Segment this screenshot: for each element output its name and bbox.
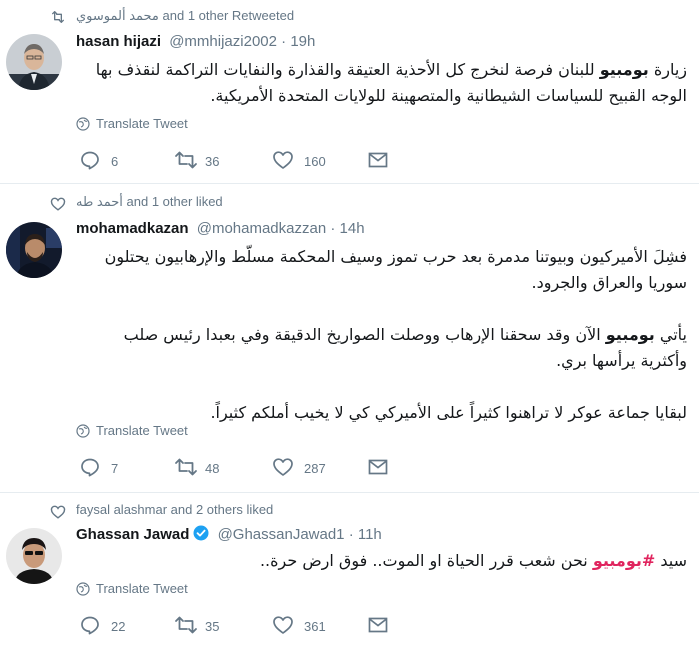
heart-icon (273, 458, 293, 476)
context-text: محمد ألموسوي and 1 other Retweeted (76, 8, 295, 23)
tweet-text-run: للبنان فرصة لنخرج كل الأحذية العتيقة وال… (95, 60, 600, 79)
tweet-text-run: الوجه القبيح للسياسات الشيطانية والمتصهي… (210, 86, 687, 105)
reply-icon (81, 151, 99, 170)
retweet-count: 48 (205, 461, 220, 476)
tweet-header: hasan hijazi @mmhijazi2002 · 19h (76, 33, 315, 50)
tweet-text-line: وأكثرية يرأسها بري. (76, 348, 687, 374)
tweet-header: Ghassan Jawad @GhassanJawad1 · 11h (76, 525, 382, 543)
tweet-text: زيارة بومبيو للبنان فرصة لنخرج كل الأحذي… (76, 57, 687, 109)
author-name[interactable]: mohamadkazan (76, 220, 189, 237)
translate-label: Translate Tweet (96, 581, 188, 596)
tweet-text-run: زيارة (648, 60, 687, 79)
tweet-text-line: سوريا والعراق والجرود. (76, 270, 688, 296)
tweet-text: سيد #بومبيو نحن شعب قرر الحياة او الموت.… (76, 548, 687, 574)
tweet-social-context: أحمد طه and 1 other liked (50, 194, 223, 211)
tweet-text-line: زيارة بومبيو للبنان فرصة لنخرج كل الأحذي… (76, 57, 687, 83)
translate-tweet-link[interactable]: Translate Tweet (76, 581, 188, 596)
heart-icon (273, 151, 293, 169)
keyword-highlight[interactable]: بومبيو (600, 60, 649, 79)
tweet-text-run: الآن وقد سحقنا الإرهاب ووصلت الصواريخ ال… (123, 325, 606, 344)
translate-label: Translate Tweet (96, 423, 188, 438)
retweet-icon (175, 616, 197, 634)
verified-badge-icon (193, 525, 209, 541)
heart-icon (50, 505, 66, 519)
tweet-text-run: لبقايا جماعة عوكر لا تراهنوا كثيراً على … (210, 403, 687, 422)
globe-icon (76, 117, 90, 131)
tweet-text-run: فشِلَ الأميركيون وبيوتنا مدمرة بعد حرب ت… (104, 247, 687, 266)
author-handle[interactable]: @mohamadkazzan (197, 220, 326, 237)
tweet-social-context: محمد ألموسوي and 1 other Retweeted (52, 8, 295, 24)
tweet-text-line (76, 374, 687, 400)
tweet[interactable]: faysal alashmar and 2 others liked Ghass… (0, 493, 699, 653)
avatar[interactable] (6, 528, 62, 584)
tweet-text-line: يأتي بومبيو الآن وقد سحقنا الإرهاب ووصلت… (76, 322, 687, 348)
tweet-header: mohamadkazan @mohamadkazzan · 14h (76, 220, 365, 237)
author-name[interactable]: hasan hijazi (76, 33, 161, 50)
tweet-text: فشِلَ الأميركيون وبيوتنا مدمرة بعد حرب ت… (76, 244, 687, 426)
tweet-text-run: يأتي (654, 325, 687, 344)
tweet[interactable]: محمد ألموسوي and 1 other Retweeted hasan… (0, 0, 699, 184)
tweet-text-line (76, 296, 687, 322)
tweet[interactable]: أحمد طه and 1 other liked mohamadkazan @… (0, 184, 699, 493)
reply-count: 7 (111, 461, 119, 476)
translate-label: Translate Tweet (96, 116, 188, 131)
translate-tweet-link[interactable]: Translate Tweet (76, 116, 188, 131)
like-count: 361 (304, 619, 326, 634)
tweet-social-context: faysal alashmar and 2 others liked (50, 502, 274, 519)
tweet-text-run: وأكثرية يرأسها بري. (556, 351, 687, 370)
retweet-icon (175, 151, 197, 169)
retweet-count: 36 (205, 154, 220, 169)
reply-icon (81, 458, 99, 477)
avatar[interactable] (6, 34, 62, 90)
globe-icon (76, 424, 90, 438)
author-handle[interactable]: @mmhijazi2002 (169, 33, 277, 50)
author-handle[interactable]: @GhassanJawad1 (218, 526, 345, 543)
tweet-text-run: نحن شعب قرر الحياة او الموت.. فوق ارض حر… (259, 551, 593, 570)
avatar[interactable] (6, 222, 62, 278)
like-count: 160 (304, 154, 326, 169)
retweet-icon (52, 11, 64, 23)
tweet-text-run: سوريا والعراق والجرود. (531, 273, 688, 292)
tweet-text-line: سيد #بومبيو نحن شعب قرر الحياة او الموت.… (76, 548, 687, 574)
context-text: faysal alashmar and 2 others liked (76, 502, 274, 517)
envelope-icon (368, 459, 388, 475)
keyword-highlight[interactable]: بومبيو (606, 325, 655, 344)
tweet-time[interactable]: · 14h (330, 220, 364, 237)
reply-icon (81, 616, 99, 635)
heart-icon (50, 197, 66, 211)
retweet-icon (175, 458, 197, 476)
translate-tweet-link[interactable]: Translate Tweet (76, 423, 188, 438)
reply-count: 6 (111, 154, 119, 169)
tweet-text-line: الوجه القبيح للسياسات الشيطانية والمتصهي… (76, 83, 687, 109)
tweet-time[interactable]: · 11h (349, 526, 382, 543)
context-text: أحمد طه and 1 other liked (76, 194, 223, 209)
heart-icon (273, 616, 293, 634)
hashtag-link[interactable]: #بومبيو (593, 551, 655, 570)
envelope-icon (368, 152, 388, 168)
like-count: 287 (304, 461, 326, 476)
tweet-text-run: سيد (655, 551, 687, 570)
tweet-time[interactable]: · 19h (281, 33, 315, 50)
retweet-count: 35 (205, 619, 220, 634)
envelope-icon (368, 617, 388, 633)
author-name[interactable]: Ghassan Jawad (76, 526, 189, 543)
tweet-text-line: فشِلَ الأميركيون وبيوتنا مدمرة بعد حرب ت… (76, 244, 687, 270)
globe-icon (76, 582, 90, 596)
reply-count: 22 (111, 619, 126, 634)
